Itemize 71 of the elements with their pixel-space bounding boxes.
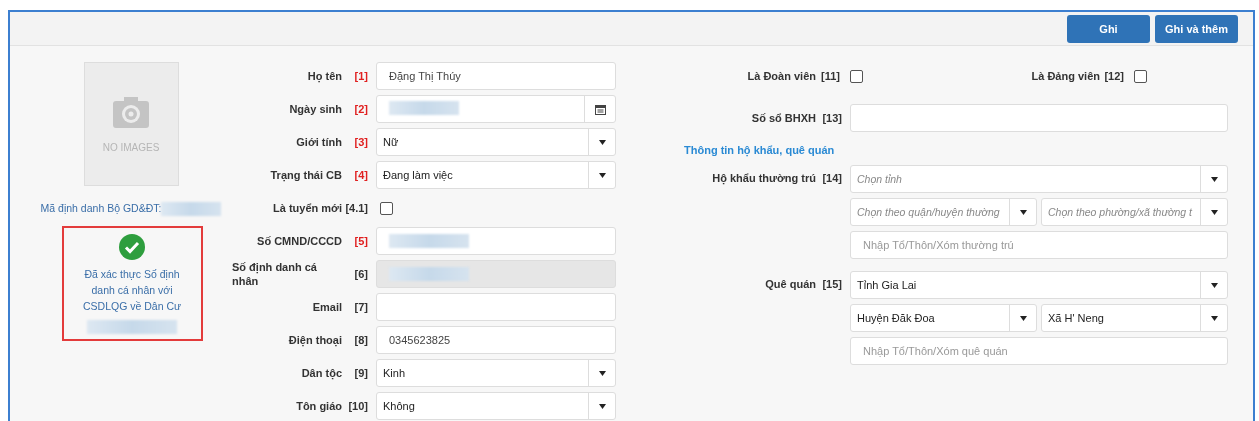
field-label: Email bbox=[311, 301, 342, 313]
caret-icon bbox=[1210, 176, 1218, 182]
ward-select[interactable]: Xã H' Neng bbox=[1041, 304, 1228, 332]
check-circle-icon bbox=[119, 234, 145, 261]
field-label: Tôn giáo bbox=[295, 400, 342, 412]
input-field[interactable] bbox=[376, 293, 616, 321]
field-label: Quê quán bbox=[764, 277, 816, 290]
field-label: Số định danh cá nhân bbox=[232, 260, 318, 288]
field-label: Là tuyển mới bbox=[272, 202, 342, 214]
district-select[interactable]: Huyện Đăk Đoa bbox=[850, 304, 1037, 332]
input-field[interactable] bbox=[850, 104, 1228, 132]
select-field[interactable]: Đang làm việc bbox=[376, 161, 616, 189]
checkbox[interactable] bbox=[1134, 69, 1147, 83]
checkbox[interactable] bbox=[850, 69, 863, 83]
field-number: [13] bbox=[821, 112, 843, 124]
province-select[interactable]: Chọn tỉnh bbox=[850, 165, 1228, 193]
camera-icon bbox=[112, 95, 150, 128]
select-field[interactable]: Kinh bbox=[376, 359, 616, 387]
field-number: [12] bbox=[1103, 70, 1125, 82]
field-number: [7] bbox=[353, 301, 369, 313]
field-number: [10] bbox=[347, 400, 369, 412]
select-field[interactable]: Không bbox=[376, 392, 616, 420]
caret-icon bbox=[1210, 282, 1218, 288]
field-label: Số CMND/CCCD bbox=[256, 235, 342, 247]
calendar-icon bbox=[594, 103, 606, 115]
field-number: [5] bbox=[353, 235, 369, 247]
field-number: [14] bbox=[821, 171, 843, 184]
field-label: Trạng thái CB bbox=[269, 169, 342, 181]
input-field[interactable] bbox=[376, 260, 616, 288]
verification-message: Đã xác thực Số định danh cá nhân với CSDLQG về Dân Cư bbox=[81, 267, 183, 315]
caret-icon bbox=[1019, 315, 1027, 321]
input-field[interactable] bbox=[376, 227, 616, 255]
field-label: Là Đảng viên bbox=[1030, 70, 1100, 82]
caret-icon bbox=[598, 370, 606, 376]
input-field[interactable]: 0345623825 bbox=[376, 326, 616, 354]
field-number: [4.1] bbox=[344, 202, 369, 214]
field-label: Điện thoại bbox=[287, 334, 342, 346]
save-button[interactable]: Ghi bbox=[1067, 14, 1150, 43]
field-number: [1] bbox=[353, 70, 369, 82]
field-number: [2] bbox=[353, 103, 369, 115]
field-number: [9] bbox=[353, 367, 369, 379]
district-select[interactable]: Chọn theo quận/huyện thường bbox=[850, 198, 1037, 226]
field-label: Ngày sinh bbox=[288, 103, 342, 115]
caret-icon bbox=[598, 139, 606, 145]
field-number: [3] bbox=[353, 136, 369, 148]
checkbox[interactable] bbox=[380, 201, 393, 215]
province-select[interactable]: Tỉnh Gia Lai bbox=[850, 271, 1228, 299]
redacted-value bbox=[389, 101, 459, 115]
caret-icon bbox=[1019, 209, 1027, 215]
field-label: Là Đoàn viên bbox=[746, 70, 816, 82]
field-label: Họ tên bbox=[306, 70, 342, 82]
select-field[interactable]: Nữ bbox=[376, 128, 616, 156]
caret-icon bbox=[598, 172, 606, 178]
field-number: [8] bbox=[353, 334, 369, 346]
caret-icon bbox=[1210, 315, 1218, 321]
field-label: Giới tính bbox=[295, 136, 342, 148]
field-label: Dân tộc bbox=[300, 367, 342, 379]
save-button[interactable]: Ghi và thêm bbox=[1155, 14, 1238, 43]
ward-select[interactable]: Chọn theo phường/xã thường t bbox=[1041, 198, 1228, 226]
section-heading: Thông tin hộ khẩu, quê quán bbox=[684, 144, 836, 156]
id-label: Mã định danh Bộ GD&ĐT: bbox=[40, 202, 222, 217]
input-field[interactable]: Đặng Thị Thúy bbox=[376, 62, 616, 90]
field-label: Số sổ BHXH bbox=[750, 112, 816, 124]
date-field[interactable] bbox=[376, 95, 616, 123]
field-number: [6] bbox=[353, 268, 369, 280]
field-number: [4] bbox=[353, 169, 369, 181]
field-number: [15] bbox=[821, 277, 843, 290]
caret-icon bbox=[1210, 209, 1218, 215]
caret-icon bbox=[598, 403, 606, 409]
field-label: Hộ khẩu thường trú bbox=[711, 171, 816, 184]
field-number: [11] bbox=[820, 70, 841, 82]
